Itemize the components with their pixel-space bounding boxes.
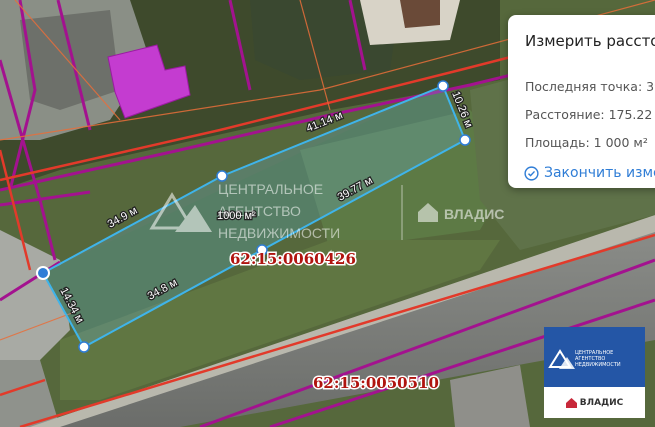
distance-text: Расстояние: 175.22 м	[525, 107, 655, 122]
cadastral-block-number: 62:15:0050510	[313, 374, 439, 392]
svg-text:НЕДВИЖИМОСТИ: НЕДВИЖИМОСТИ	[218, 225, 340, 241]
logo-agency-text: ЦЕНТРАЛЬНОЕ АГЕНТСТВО НЕДВИЖИМОСТИ	[575, 350, 621, 368]
svg-text:АГЕНТСТВО: АГЕНТСТВО	[218, 203, 301, 219]
check-circle-icon	[524, 165, 539, 181]
cadastral-parcel-number: 62:15:0060426	[230, 250, 356, 268]
measure-panel: Измерить расстояние Последняя точка: 39 …	[508, 15, 655, 188]
panel-title: Измерить расстояние	[525, 32, 655, 50]
finish-measure-button[interactable]: Закончить измерение	[524, 165, 655, 181]
house-logo-icon	[548, 349, 575, 369]
vertex-point[interactable]	[459, 134, 471, 146]
vertex-point[interactable]	[36, 266, 50, 280]
house-icon	[565, 397, 577, 408]
vertex-point[interactable]	[437, 80, 449, 92]
logo-brand-text: ВЛАДИС	[579, 397, 624, 408]
vertex-point[interactable]	[216, 170, 228, 182]
svg-text:ЦЕНТРАЛЬНОЕ: ЦЕНТРАЛЬНОЕ	[218, 181, 323, 197]
last-point-text: Последняя точка: 39	[525, 79, 655, 94]
area-text: Площадь: 1 000 м²	[525, 135, 648, 150]
vertex-point[interactable]	[78, 341, 90, 353]
agency-logo: ЦЕНТРАЛЬНОЕ АГЕНТСТВО НЕДВИЖИМОСТИ ВЛАДИ…	[544, 327, 645, 418]
svg-text:ВЛАДИС: ВЛАДИС	[444, 206, 504, 222]
